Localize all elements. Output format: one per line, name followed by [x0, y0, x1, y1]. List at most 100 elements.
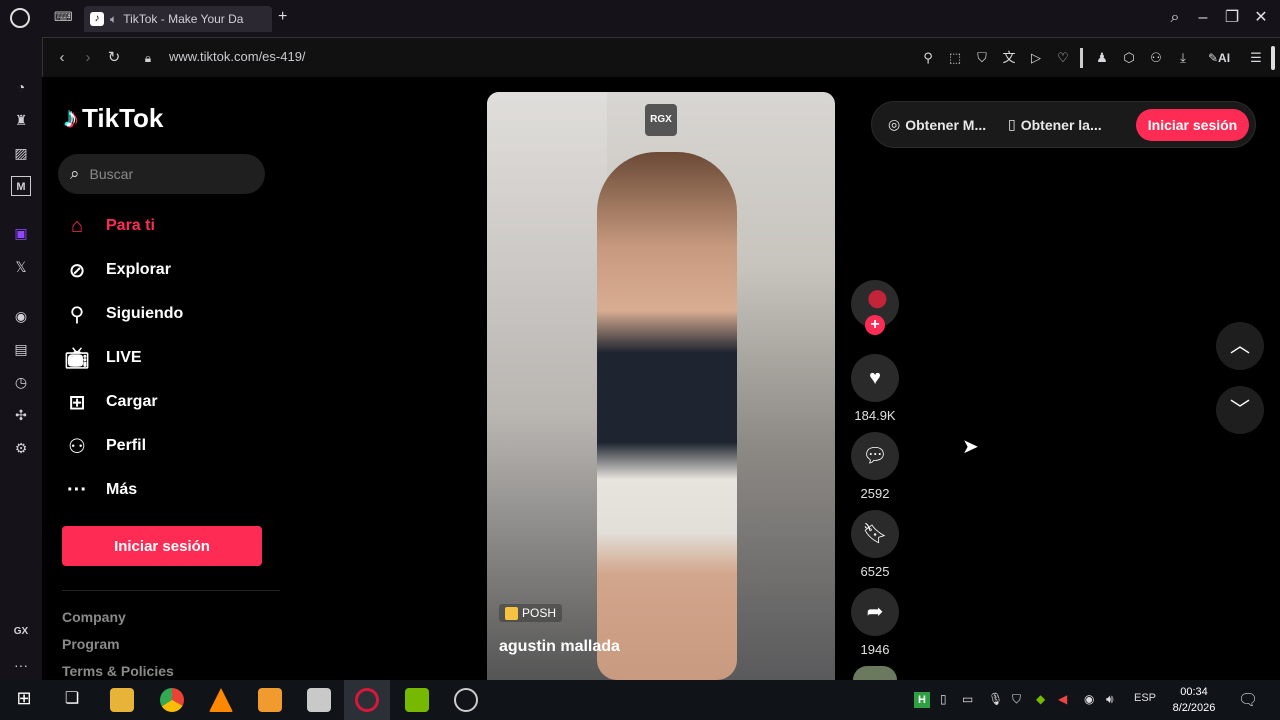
- nav-item-mas[interactable]: ··· Más: [64, 474, 137, 506]
- next-avatar-peek[interactable]: [853, 666, 897, 680]
- save-button[interactable]: 🔖︎: [851, 510, 899, 558]
- tab-menu-icon[interactable]: ⌨: [54, 9, 73, 25]
- video-watermark: RGX: [645, 104, 677, 136]
- onedrive-icon[interactable]: ◉: [1084, 692, 1094, 706]
- footer-link-company[interactable]: Company: [62, 609, 126, 625]
- chevron-down-icon: ﹀: [1230, 399, 1250, 421]
- nav-item-live[interactable]: 📺︎ LIVE: [64, 342, 141, 374]
- forward-button[interactable]: ›: [79, 48, 97, 68]
- home-icon: ⌂: [70, 214, 84, 237]
- reload-button[interactable]: ↻: [105, 48, 123, 68]
- search-input[interactable]: [89, 166, 240, 182]
- settings-icon[interactable]: ⚙: [11, 438, 31, 458]
- gx-corner-icon[interactable]: ♜: [11, 110, 31, 130]
- share-button[interactable]: ➦: [851, 588, 899, 636]
- extensions-icon[interactable]: ✣: [11, 405, 31, 425]
- tray-app-icon[interactable]: H: [914, 692, 930, 708]
- microphone-icon[interactable]: 🎙︎: [988, 692, 1003, 706]
- url-field[interactable]: www.tiktok.com/es-419/: [169, 49, 306, 64]
- play-icon[interactable]: ▷: [1027, 48, 1045, 68]
- language-indicator[interactable]: ESP: [1134, 692, 1156, 704]
- minimize-button[interactable]: –: [1193, 8, 1213, 28]
- notifications-icon[interactable]: 🗨︎: [1238, 690, 1258, 710]
- nvidia-icon[interactable]: [405, 688, 429, 712]
- speaker-tray-icon[interactable]: 🔊︎: [1106, 692, 1114, 707]
- nav-item-explorar[interactable]: ⊘ Explorar: [64, 254, 171, 286]
- download-icon[interactable]: ⤓: [1174, 48, 1192, 68]
- pin-icon[interactable]: ⚲: [919, 48, 937, 68]
- windows-start-icon[interactable]: ⊞: [12, 688, 36, 712]
- gx-control-icon[interactable]: ▨: [11, 143, 31, 163]
- speaker-icon[interactable]: 🔈︎: [110, 12, 117, 27]
- speed-dial-icon[interactable]: ◔: [11, 77, 31, 97]
- heart-icon[interactable]: ♡: [1054, 48, 1072, 68]
- scrollbar-handle[interactable]: [1271, 46, 1275, 70]
- fl-studio-icon[interactable]: [258, 688, 282, 712]
- next-video-button[interactable]: ﹀: [1216, 386, 1264, 434]
- network-icon[interactable]: ▭: [962, 692, 973, 706]
- history-icon[interactable]: ◷: [11, 372, 31, 392]
- comment-button[interactable]: 💬︎: [851, 432, 899, 480]
- menu-icon[interactable]: ☰: [1247, 48, 1265, 68]
- nav-label: Explorar: [106, 261, 171, 278]
- gx-label[interactable]: GX: [11, 622, 31, 642]
- nvidia-tray-icon[interactable]: ◆: [1036, 692, 1045, 706]
- follow-plus-button[interactable]: +: [865, 315, 885, 335]
- video-player[interactable]: RGX POSH agustin mallada: [487, 92, 835, 680]
- puzzle-icon[interactable]: ⬡: [1120, 48, 1138, 68]
- footer-link-program[interactable]: Program: [62, 636, 120, 652]
- video-tag[interactable]: POSH: [499, 604, 563, 622]
- ai-label: AI: [1218, 51, 1231, 65]
- opera-logo-icon[interactable]: [10, 8, 30, 28]
- new-tab-button[interactable]: +: [278, 8, 287, 26]
- back-button[interactable]: ‹: [53, 48, 71, 68]
- login-button[interactable]: Iniciar sesión: [62, 526, 262, 566]
- share-count: 1946: [860, 642, 890, 657]
- app-icon[interactable]: [307, 688, 331, 712]
- video-author[interactable]: agustin mallada: [499, 638, 620, 656]
- twitch-icon[interactable]: ▣: [11, 223, 31, 243]
- tiktok-logo[interactable]: ♪ TikTok: [64, 102, 163, 134]
- defender-icon[interactable]: ⛉: [1012, 692, 1021, 707]
- search-box[interactable]: ⌕: [58, 154, 265, 194]
- nav-item-cargar[interactable]: ⊞ Cargar: [64, 386, 158, 418]
- get-coins-button[interactable]: ◎ Obtener M...: [888, 116, 986, 133]
- following-icon: ⚲: [69, 303, 85, 326]
- previous-video-button[interactable]: ︿: [1216, 322, 1264, 370]
- heart-icon: ♥: [869, 367, 881, 389]
- usb-icon[interactable]: ▯: [940, 692, 947, 706]
- wallet-icon[interactable]: ▤: [11, 339, 31, 359]
- volume-muted-icon[interactable]: ◀: [1058, 692, 1067, 706]
- extension-icon[interactable]: ♟: [1093, 48, 1111, 68]
- like-button[interactable]: ♥: [851, 354, 899, 402]
- top-login-button[interactable]: Iniciar sesión: [1136, 109, 1249, 141]
- close-window-button[interactable]: ✕: [1251, 8, 1271, 28]
- nav-item-perfil[interactable]: ⚇ Perfil: [64, 430, 146, 462]
- search-tabs-icon[interactable]: ⌕: [1165, 8, 1185, 28]
- more-sidebar-icon[interactable]: ···: [11, 655, 31, 675]
- file-explorer-icon[interactable]: [110, 688, 134, 712]
- translate-icon[interactable]: 文: [1000, 48, 1018, 68]
- nav-item-para-ti[interactable]: ⌂ Para ti: [64, 210, 155, 242]
- footer-link-terms[interactable]: Terms & Policies: [62, 663, 174, 679]
- get-app-button[interactable]: ▯ Obtener la...: [1008, 116, 1102, 133]
- snapshot-icon[interactable]: ⬚: [946, 48, 964, 68]
- clock-time: 00:34: [1180, 686, 1208, 698]
- chrome-icon[interactable]: [160, 688, 184, 712]
- shield-icon[interactable]: ⛉: [973, 48, 991, 68]
- lock-icon[interactable]: 🔒︎: [139, 48, 157, 68]
- nav-item-siguiendo[interactable]: ⚲ Siguiendo: [64, 298, 184, 330]
- player-icon[interactable]: ◉: [11, 306, 31, 326]
- account-icon[interactable]: ⚇: [1147, 48, 1165, 68]
- opera-gx-taskbar-icon[interactable]: [355, 688, 379, 712]
- nav-label: Perfil: [106, 437, 147, 454]
- maximize-button[interactable]: ❐: [1222, 8, 1242, 28]
- ai-button[interactable]: ✎AI: [1203, 48, 1235, 68]
- mouse-cursor-icon: ➤: [962, 436, 979, 458]
- tab-tiktok[interactable]: ♪ 🔈︎ TikTok - Make Your Da: [84, 6, 272, 32]
- x-twitter-icon[interactable]: 𝕏: [11, 257, 31, 277]
- task-view-icon[interactable]: ❏: [60, 688, 84, 712]
- system-clock[interactable]: 00:34 8/2/2026: [1168, 684, 1220, 716]
- messenger-icon[interactable]: M: [11, 176, 31, 196]
- obs-icon[interactable]: [454, 688, 478, 712]
